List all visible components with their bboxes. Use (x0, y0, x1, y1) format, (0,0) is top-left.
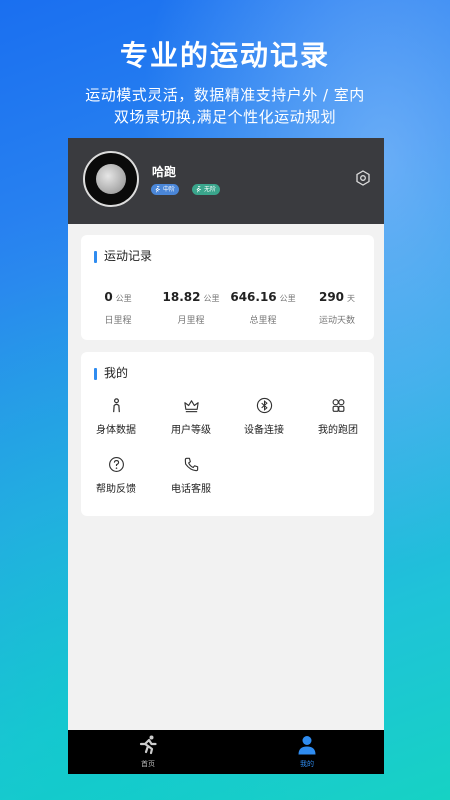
stat-unit: 公里 (203, 294, 220, 303)
tab-label: 首页 (141, 760, 155, 768)
body-data-icon (112, 398, 120, 413)
menu-my-group[interactable]: 我的跑团 (302, 397, 374, 436)
username: 哈跑 (152, 165, 177, 179)
stat-days[interactable]: 290 天 运动天数 (302, 286, 372, 326)
promo-headline: 专业的运动记录 (119, 39, 330, 72)
avatar[interactable] (83, 151, 139, 207)
stat-label: 月里程 (177, 316, 205, 326)
menu-label: 我的跑团 (318, 425, 358, 436)
stat-value: 646.16 (230, 290, 277, 304)
mine-title: 我的 (94, 367, 128, 380)
level-badge: 中阶 (151, 184, 180, 195)
stat-label: 总里程 (249, 316, 277, 326)
tab-mine[interactable]: 我的 (277, 734, 337, 769)
menu-label: 设备连接 (244, 425, 284, 436)
records-title: 运动记录 (94, 250, 152, 263)
menu-user-level[interactable]: 用户等级 (155, 397, 227, 436)
settings-icon[interactable] (355, 170, 371, 186)
moon-image (96, 164, 126, 194)
stat-value: 290 (318, 290, 345, 304)
stat-value: 0 (104, 290, 113, 304)
phone-icon (184, 457, 198, 472)
stat-label: 日里程 (104, 316, 132, 326)
rank-badge-label: 无阶 (204, 186, 217, 193)
stat-total[interactable]: 646.16 公里 总里程 (228, 286, 298, 326)
runner-icon (155, 186, 160, 193)
help-icon (108, 457, 124, 472)
bluetooth-icon (256, 397, 272, 414)
menu-label: 电话客服 (171, 484, 211, 495)
mine-card: 我的 身体数据 用户等级 设备连接 我的跑团 帮助反馈 电话客服 (81, 352, 374, 516)
crown-icon (183, 400, 199, 413)
profile-header: 哈跑 中阶 无阶 (68, 138, 384, 224)
menu-help-feedback[interactable]: 帮助反馈 (80, 456, 152, 495)
menu-label: 帮助反馈 (96, 484, 136, 495)
menu-phone-service[interactable]: 电话客服 (155, 456, 227, 495)
person-icon (298, 736, 316, 755)
phone-screen: 哈跑 中阶 无阶 运动记录 0 公里 日里程 18.82 公里 月里程 646.16… (68, 138, 384, 774)
group-icon (332, 399, 344, 412)
stat-unit: 天 (347, 294, 356, 303)
tab-home[interactable]: 首页 (118, 734, 178, 769)
stat-monthly[interactable]: 18.82 公里 月里程 (156, 286, 226, 326)
stat-value: 18.82 (162, 290, 201, 304)
records-card: 运动记录 0 公里 日里程 18.82 公里 月里程 646.16 公里 总里程 29… (81, 235, 374, 340)
rank-badge: 无阶 (192, 184, 221, 195)
stat-unit: 公里 (115, 294, 132, 303)
menu-label: 用户等级 (171, 425, 211, 436)
menu-label: 身体数据 (96, 425, 136, 436)
stat-daily[interactable]: 0 公里 日里程 (83, 286, 153, 326)
menu-body-data[interactable]: 身体数据 (80, 397, 152, 436)
runner-icon (196, 186, 201, 193)
tab-label: 我的 (300, 760, 314, 768)
runner-icon (139, 735, 157, 755)
stat-unit: 公里 (279, 294, 296, 303)
level-badge-label: 中阶 (163, 186, 176, 193)
promo-subline-1: 运动模式灵活，数据精准支持户外 / 室内 (85, 86, 365, 104)
tab-bar: 首页 我的 (68, 730, 384, 774)
promo-subline-2: 双场景切换,满足个性化运动规划 (113, 108, 337, 126)
menu-device-connect[interactable]: 设备连接 (228, 397, 300, 436)
stat-label: 运动天数 (318, 316, 355, 326)
